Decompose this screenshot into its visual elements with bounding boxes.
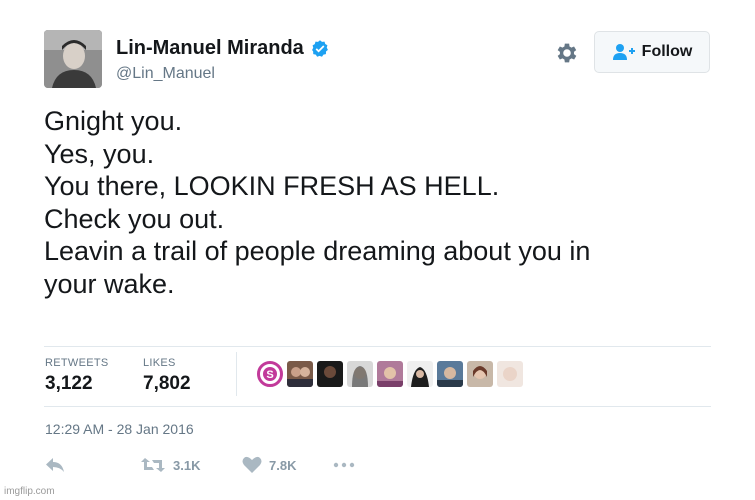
liker-avatars: S	[257, 361, 523, 387]
tweet-text: Gnight you. Yes, you. You there, LOOKIN …	[44, 105, 724, 300]
liker-avatar[interactable]	[407, 361, 433, 387]
tweet-line: your wake.	[44, 268, 175, 299]
likes-stat[interactable]: LIKES 7,802	[143, 357, 191, 395]
retweets-label: RETWEETS	[45, 357, 109, 369]
like-button[interactable]: 7.8K	[242, 456, 296, 474]
retweet-icon	[141, 458, 165, 472]
liker-avatar[interactable]	[317, 361, 343, 387]
retweet-button[interactable]: 3.1K	[140, 456, 200, 474]
tweet-actions: 3.1K 7.8K	[44, 456, 444, 480]
tweet-line: Yes, you.	[44, 138, 155, 169]
gear-icon[interactable]	[554, 40, 580, 66]
follow-button[interactable]: Follow	[594, 31, 710, 73]
reply-icon	[46, 458, 64, 472]
liker-avatar[interactable]: S	[257, 361, 283, 387]
tweet-line: Leavin a trail of people dreaming about …	[44, 236, 591, 266]
reply-button[interactable]	[44, 456, 66, 474]
retweets-stat[interactable]: RETWEETS 3,122	[45, 357, 109, 395]
divider	[44, 406, 711, 407]
likes-label: LIKES	[143, 357, 176, 369]
user-handle[interactable]: @Lin_Manuel	[116, 65, 330, 83]
user-name-row: Lin-Manuel Miranda	[116, 37, 330, 60]
liker-avatar[interactable]	[467, 361, 493, 387]
follow-label: Follow	[641, 43, 693, 60]
liker-avatar[interactable]	[377, 361, 403, 387]
tweet-line: Check you out.	[44, 203, 225, 234]
tweet-line: Gnight you.	[44, 106, 183, 136]
like-count: 7.8K	[269, 457, 297, 473]
svg-text:S: S	[266, 369, 273, 381]
more-icon	[333, 462, 355, 468]
liker-avatar[interactable]	[287, 361, 313, 387]
retweet-count: 3.1K	[173, 457, 201, 473]
stats-separator	[236, 352, 237, 396]
verified-badge-icon	[311, 39, 328, 57]
avatar[interactable]	[44, 30, 102, 88]
dollar-icon: S	[263, 367, 277, 381]
tweet-timestamp[interactable]: 12:29 AM - 28 Jan 2016	[45, 421, 194, 437]
tweet-line: You there, LOOKIN FRESH AS HELL.	[44, 171, 500, 201]
more-button[interactable]	[332, 456, 356, 474]
liker-avatar[interactable]	[437, 361, 463, 387]
tweet-card: Lin-Manuel Miranda @Lin_Manuel Follow Gn…	[0, 0, 755, 500]
watermark: imgflip.com	[4, 486, 55, 497]
user-name[interactable]: Lin-Manuel Miranda	[116, 37, 304, 60]
divider	[44, 346, 711, 347]
heart-icon	[242, 456, 262, 473]
liker-avatar[interactable]	[347, 361, 373, 387]
liker-avatar[interactable]	[497, 361, 523, 387]
retweets-count: 3,122	[45, 373, 93, 394]
add-user-icon	[612, 44, 635, 60]
likes-count: 7,802	[143, 373, 191, 394]
user-info: Lin-Manuel Miranda @Lin_Manuel	[116, 37, 330, 83]
